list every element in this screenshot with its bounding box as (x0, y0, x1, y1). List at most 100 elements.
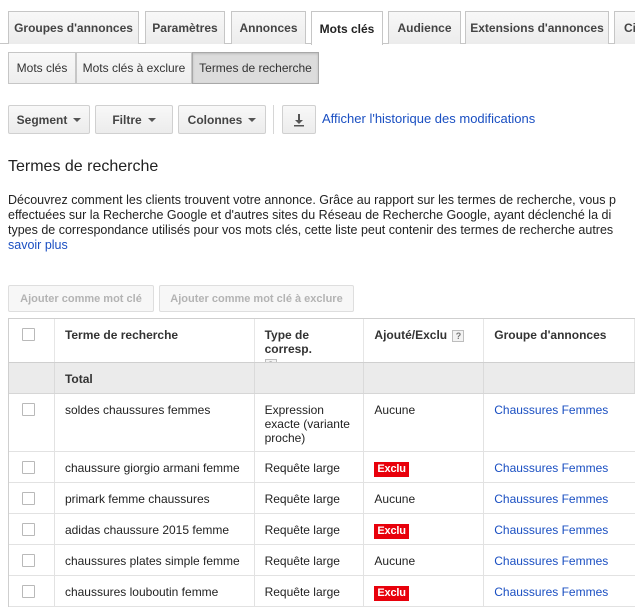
tab-ad-groups[interactable]: Groupes d'annonces (8, 11, 139, 44)
header-added-excluded[interactable]: Ajouté/Exclu ? (364, 319, 485, 362)
table-row: soldes chaussures femmes Expression exac… (9, 394, 635, 452)
added-status-cell: Aucune (364, 545, 485, 575)
download-button[interactable] (282, 105, 316, 134)
search-term-cell: adidas chaussure 2015 femme (55, 514, 255, 544)
ad-group-link[interactable]: Chaussures Femmes (494, 461, 608, 475)
ad-group-cell: Chaussures Femmes (484, 514, 635, 544)
row-checkbox-cell (9, 452, 55, 482)
match-type-cell: Expression exacte (variante proche) (255, 394, 365, 451)
row-checkbox[interactable] (22, 403, 35, 416)
row-checkbox[interactable] (22, 492, 35, 505)
match-type-cell: Requête large (255, 483, 365, 513)
subtab-search-terms[interactable]: Termes de recherche (192, 52, 319, 84)
change-history-link[interactable]: Afficher l'historique des modifications (322, 111, 535, 126)
added-status-cell: Exclu (364, 576, 485, 606)
chevron-down-icon (147, 117, 156, 122)
chevron-down-icon (248, 117, 257, 122)
page-description: Découvrez comment les clients trouvent v… (8, 193, 635, 253)
filter-label: Filtre (112, 112, 142, 127)
columns-label: Colonnes (187, 112, 243, 127)
table-row: chaussures plates simple femme Requête l… (9, 545, 635, 576)
tab-overflow[interactable]: Ci (614, 11, 635, 44)
search-term-cell: soldes chaussures femmes (55, 394, 255, 451)
description-line: Découvrez comment les clients trouvent v… (8, 193, 616, 207)
search-term-cell: chaussure giorgio armani femme (55, 452, 255, 482)
row-checkbox-cell (9, 483, 55, 513)
table-row: primark femme chaussures Requête large A… (9, 483, 635, 514)
segment-dropdown[interactable]: Segment (8, 105, 90, 134)
row-checkbox-cell (9, 394, 55, 451)
tab-ads[interactable]: Annonces (231, 11, 306, 44)
description-line: types de correspondance utilisés pour vo… (8, 223, 614, 237)
row-checkbox-cell (9, 545, 55, 575)
added-status-cell: Aucune (364, 394, 485, 451)
ad-group-link[interactable]: Chaussures Femmes (494, 585, 608, 599)
help-icon[interactable]: ? (452, 329, 465, 342)
ad-group-cell: Chaussures Femmes (484, 576, 635, 606)
row-checkbox-cell (9, 514, 55, 544)
filter-dropdown[interactable]: Filtre (95, 105, 173, 134)
total-cell (255, 363, 365, 393)
match-type-cell: Requête large (255, 576, 365, 606)
select-all-checkbox[interactable] (22, 328, 35, 341)
subtab-negative-keywords[interactable]: Mots clés à exclure (76, 52, 192, 84)
added-status-cell: Aucune (364, 483, 485, 513)
table-header-row: Terme de recherche Type de corresp. ? Aj… (9, 319, 635, 363)
match-type-cell: Requête large (255, 452, 365, 482)
excluded-badge: Exclu (374, 462, 409, 477)
excluded-badge: Exclu (374, 586, 409, 601)
header-added-label: Ajouté/Exclu (374, 328, 448, 342)
ad-group-cell: Chaussures Femmes (484, 394, 635, 451)
ad-group-link[interactable]: Chaussures Femmes (494, 403, 608, 417)
ad-group-cell: Chaussures Femmes (484, 452, 635, 482)
header-match-type[interactable]: Type de corresp. ? (255, 319, 365, 362)
added-status-cell: Exclu (364, 452, 485, 482)
ad-group-link[interactable]: Chaussures Femmes (494, 523, 608, 537)
row-checkbox[interactable] (22, 554, 35, 567)
total-cell (364, 363, 485, 393)
match-type-cell: Requête large (255, 545, 365, 575)
header-checkbox-cell (9, 319, 55, 362)
total-row: Total (9, 363, 635, 394)
excluded-badge: Exclu (374, 524, 409, 539)
download-icon (294, 113, 304, 126)
table-row: adidas chaussure 2015 femme Requête larg… (9, 514, 635, 545)
learn-more-link[interactable]: savoir plus (8, 238, 68, 252)
ad-group-link[interactable]: Chaussures Femmes (494, 492, 608, 506)
row-checkbox[interactable] (22, 585, 35, 598)
row-checkbox[interactable] (22, 461, 35, 474)
subtab-keywords[interactable]: Mots clés (8, 52, 76, 84)
segment-label: Segment (16, 112, 68, 127)
page-title: Termes de recherche (8, 158, 159, 175)
table-row: chaussures louboutin femme Requête large… (9, 576, 635, 607)
toolbar-divider (273, 105, 274, 134)
total-label: Total (55, 363, 255, 393)
match-type-cell: Requête large (255, 514, 365, 544)
header-search-term[interactable]: Terme de recherche (55, 319, 255, 362)
table-row: chaussure giorgio armani femme Requête l… (9, 452, 635, 483)
total-check-cell (9, 363, 55, 393)
tab-ad-extensions[interactable]: Extensions d'annonces (465, 11, 609, 44)
columns-dropdown[interactable]: Colonnes (178, 105, 266, 134)
row-checkbox-cell (9, 576, 55, 606)
add-as-keyword-button[interactable]: Ajouter comme mot clé (8, 285, 154, 312)
tab-keywords[interactable]: Mots clés (311, 11, 383, 45)
add-as-negative-keyword-button[interactable]: Ajouter comme mot clé à exclure (159, 285, 354, 312)
top-tab-bar: Groupes d'annonces Paramètres Annonces M… (0, 0, 635, 45)
row-checkbox[interactable] (22, 523, 35, 536)
chevron-down-icon (73, 117, 82, 122)
tab-settings[interactable]: Paramètres (145, 11, 225, 44)
search-term-cell: chaussures louboutin femme (55, 576, 255, 606)
search-term-cell: chaussures plates simple femme (55, 545, 255, 575)
ad-group-cell: Chaussures Femmes (484, 545, 635, 575)
added-status-cell: Exclu (364, 514, 485, 544)
search-term-cell: primark femme chaussures (55, 483, 255, 513)
header-match-type-label: Type de corresp. (264, 328, 312, 356)
tab-audience[interactable]: Audience (388, 11, 461, 44)
help-icon[interactable]: ? (264, 359, 277, 362)
description-line: effectuées sur la Recherche Google et d'… (8, 208, 612, 222)
search-terms-table: Terme de recherche Type de corresp. ? Aj… (8, 318, 635, 607)
ad-group-cell: Chaussures Femmes (484, 483, 635, 513)
header-ad-group[interactable]: Groupe d'annonces (484, 319, 635, 362)
ad-group-link[interactable]: Chaussures Femmes (494, 554, 608, 568)
